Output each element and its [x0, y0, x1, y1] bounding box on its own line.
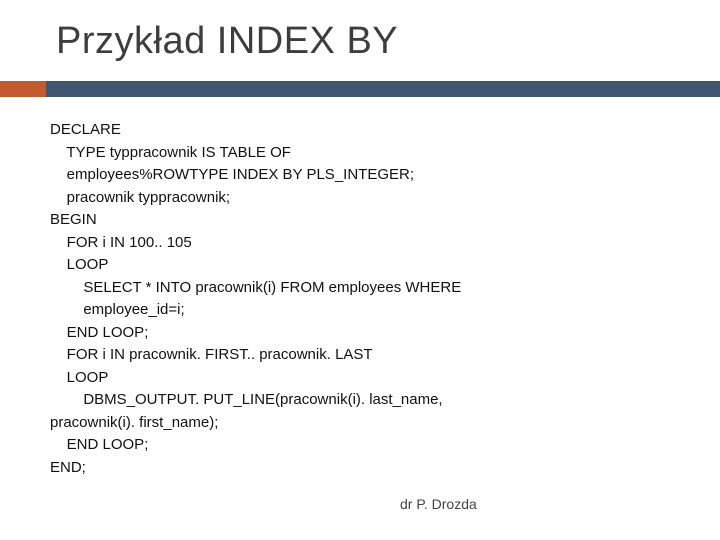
accent-segment — [0, 81, 46, 97]
slide-title: Przykład INDEX BY — [56, 20, 720, 63]
code-block: DECLARE TYPE typpracownik IS TABLE OF em… — [0, 97, 720, 479]
divider-bar — [0, 81, 720, 97]
slide: Przykład INDEX BY DECLARE TYPE typpracow… — [0, 0, 720, 540]
title-area: Przykład INDEX BY — [0, 0, 720, 63]
author-label: dr P. Drozda — [400, 496, 477, 512]
main-segment — [46, 81, 720, 97]
